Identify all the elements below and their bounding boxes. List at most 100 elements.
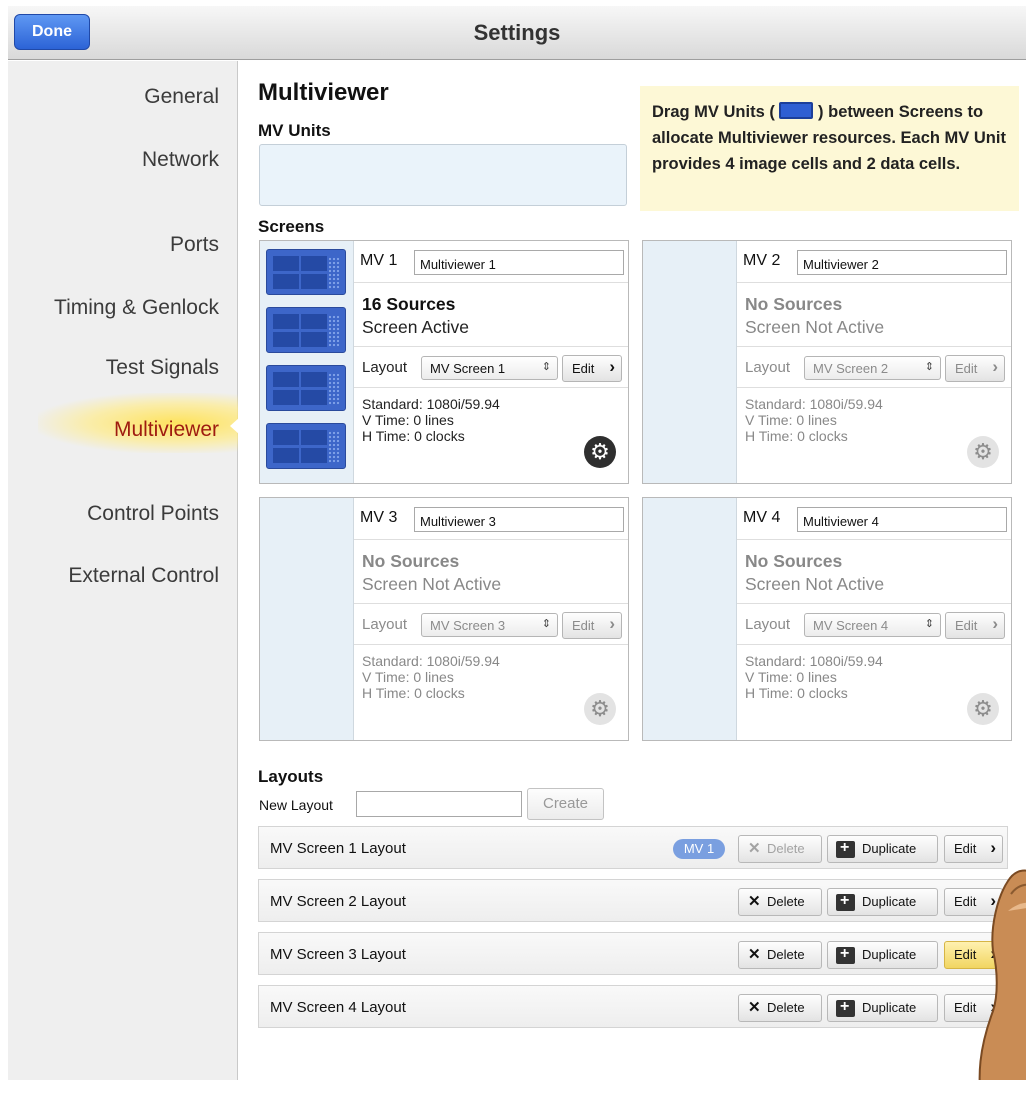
- top-bar: Done Settings: [8, 6, 1026, 60]
- edit-layout-button[interactable]: Edit ›: [945, 355, 1005, 382]
- chevron-right-icon: ›: [990, 944, 996, 963]
- sidebar-item-multiviewer[interactable]: Multiviewer: [114, 418, 219, 442]
- sidebar-item-ports[interactable]: Ports: [170, 233, 219, 257]
- chevron-right-icon: ›: [990, 838, 996, 857]
- mv-unit-icon[interactable]: [266, 423, 346, 469]
- screen-header: MV 3: [354, 498, 628, 540]
- new-layout-input[interactable]: [356, 791, 522, 817]
- screen-status: Screen Not Active: [362, 574, 502, 594]
- close-icon: ✕: [748, 840, 761, 857]
- htime-text: H Time: 0 clocks: [745, 685, 848, 701]
- chevron-right-icon: ›: [992, 614, 998, 633]
- mv-unit-chip-icon: [779, 102, 814, 119]
- delete-button[interactable]: ✕ Delete: [738, 835, 822, 863]
- duplicate-button[interactable]: Duplicate: [827, 941, 938, 969]
- mv-unit-icon[interactable]: [266, 307, 346, 353]
- gear-icon[interactable]: ⚙: [584, 436, 616, 468]
- edit-button[interactable]: Edit ›: [944, 835, 1003, 863]
- page-title: Settings: [473, 20, 561, 45]
- delete-button[interactable]: ✕ Delete: [738, 888, 822, 916]
- vtime-text: V Time: 0 lines: [362, 412, 454, 428]
- screen-id: MV 1: [360, 252, 398, 269]
- duplicate-icon: [836, 994, 855, 1020]
- chevron-right-icon: ›: [990, 997, 996, 1016]
- screen-id: MV 4: [743, 509, 781, 526]
- sidebar: General Network Ports Timing & Genlock T…: [8, 61, 240, 1080]
- layout-select[interactable]: MV Screen 1 ⇕: [421, 356, 558, 380]
- duplicate-button[interactable]: Duplicate: [827, 888, 938, 916]
- sidebar-item-general[interactable]: General: [144, 85, 219, 109]
- vtime-text: V Time: 0 lines: [745, 412, 837, 428]
- edit-button[interactable]: Edit ›: [944, 888, 1003, 916]
- screen-card-mv4[interactable]: MV 4 No Sources Screen Not Active Layout MV …: [642, 497, 1012, 741]
- edit-button[interactable]: Edit ›: [944, 941, 1003, 969]
- select-arrows-icon: ⇕: [924, 618, 934, 630]
- chevron-right-icon: ›: [609, 357, 615, 376]
- layout-name: MV Screen 3 Layout: [270, 946, 406, 963]
- mv-unit-icon[interactable]: [266, 365, 346, 411]
- delete-button[interactable]: ✕ Delete: [738, 994, 822, 1022]
- select-arrows-icon: ⇕: [541, 618, 551, 630]
- create-button[interactable]: Create: [527, 788, 604, 820]
- sources-count: No Sources: [745, 294, 843, 314]
- sidebar-item-test-signals[interactable]: Test Signals: [106, 356, 219, 380]
- screen-unit-slot[interactable]: [260, 241, 354, 483]
- sources-count: No Sources: [745, 551, 843, 571]
- edit-layout-button[interactable]: Edit ›: [945, 612, 1005, 639]
- standard-text: Standard: 1080i/59.94: [745, 396, 883, 412]
- settings-window: Done Settings General Network Ports Timi…: [8, 6, 1026, 1080]
- signal-info: Standard: 1080i/59.94 V Time: 0 lines H Ti…: [745, 396, 883, 444]
- screen-name-input[interactable]: [414, 250, 624, 275]
- layout-select[interactable]: MV Screen 2 ⇕: [804, 356, 941, 380]
- vtime-text: V Time: 0 lines: [745, 669, 837, 685]
- screen-unit-slot[interactable]: [643, 498, 737, 740]
- layout-label: Layout: [362, 359, 408, 376]
- chevron-right-icon: ›: [992, 357, 998, 376]
- layout-label: Layout: [362, 616, 408, 633]
- screen-unit-slot[interactable]: [643, 241, 737, 483]
- duplicate-button[interactable]: Duplicate: [827, 994, 938, 1022]
- layout-row-4: MV Screen 4 Layout ✕DeleteDuplicateEdit›: [258, 985, 1008, 1028]
- hint-text-start: Drag MV Units (: [652, 103, 775, 121]
- layout-name: MV Screen 2 Layout: [270, 893, 406, 910]
- standard-text: Standard: 1080i/59.94: [362, 653, 500, 669]
- duplicate-button[interactable]: Duplicate: [827, 835, 938, 863]
- screen-name-input[interactable]: [797, 507, 1007, 532]
- screen-card-mv2[interactable]: MV 2 No Sources Screen Not Active Layout MV …: [642, 240, 1012, 484]
- gear-icon[interactable]: ⚙: [584, 693, 616, 725]
- gear-icon[interactable]: ⚙: [967, 436, 999, 468]
- edit-button[interactable]: Edit ›: [944, 994, 1003, 1022]
- in-use-badge: MV 1: [673, 839, 725, 859]
- screen-name-input[interactable]: [797, 250, 1007, 275]
- sidebar-item-timing-genlock[interactable]: Timing & Genlock: [54, 296, 219, 320]
- mv-unit-icon[interactable]: [266, 249, 346, 295]
- sidebar-item-network[interactable]: Network: [142, 148, 219, 172]
- screen-card-mv1[interactable]: MV 1 16 Sources Screen Active Layout MV Scre…: [259, 240, 629, 484]
- mv-units-pool[interactable]: [259, 144, 627, 206]
- signal-info: Standard: 1080i/59.94 V Time: 0 lines H Ti…: [745, 653, 883, 701]
- sources-count: 16 Sources: [362, 294, 456, 314]
- duplicate-icon: [836, 941, 855, 967]
- delete-button[interactable]: ✕ Delete: [738, 941, 822, 969]
- edit-layout-button[interactable]: Edit ›: [562, 355, 622, 382]
- layout-select[interactable]: MV Screen 4 ⇕: [804, 613, 941, 637]
- sidebar-item-external-control[interactable]: External Control: [68, 564, 219, 588]
- screens-heading: Screens: [258, 217, 325, 236]
- close-icon: ✕: [748, 999, 761, 1016]
- screen-status: Screen Not Active: [745, 574, 885, 594]
- screen-card-mv3[interactable]: MV 3 No Sources Screen Not Active Layout MV …: [259, 497, 629, 741]
- screen-name-input[interactable]: [414, 507, 624, 532]
- chevron-right-icon: ›: [990, 891, 996, 910]
- layout-select[interactable]: MV Screen 3 ⇕: [421, 613, 558, 637]
- layout-row-3: MV Screen 3 Layout ✕DeleteDuplicateEdit›: [258, 932, 1008, 975]
- gear-icon[interactable]: ⚙: [967, 693, 999, 725]
- standard-text: Standard: 1080i/59.94: [745, 653, 883, 669]
- hint-box: Drag MV Units ( ) between Screens to all…: [640, 86, 1019, 211]
- main-panel: Multiviewer MV Units Drag MV Units ( ) b…: [239, 61, 1026, 1080]
- sidebar-item-control-points[interactable]: Control Points: [87, 502, 219, 526]
- screen-unit-slot[interactable]: [260, 498, 354, 740]
- layout-label: Layout: [745, 616, 791, 633]
- edit-layout-button[interactable]: Edit ›: [562, 612, 622, 639]
- layout-row: Layout MV Screen 1 ⇕ Edit ›: [354, 346, 628, 388]
- htime-text: H Time: 0 clocks: [362, 428, 465, 444]
